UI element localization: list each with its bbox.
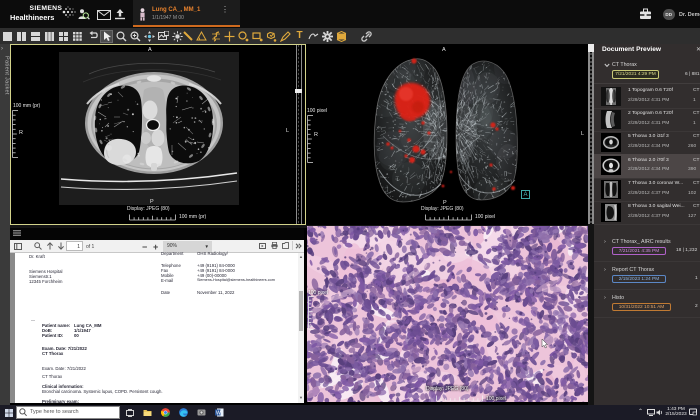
svg-text:W: W xyxy=(216,410,221,416)
